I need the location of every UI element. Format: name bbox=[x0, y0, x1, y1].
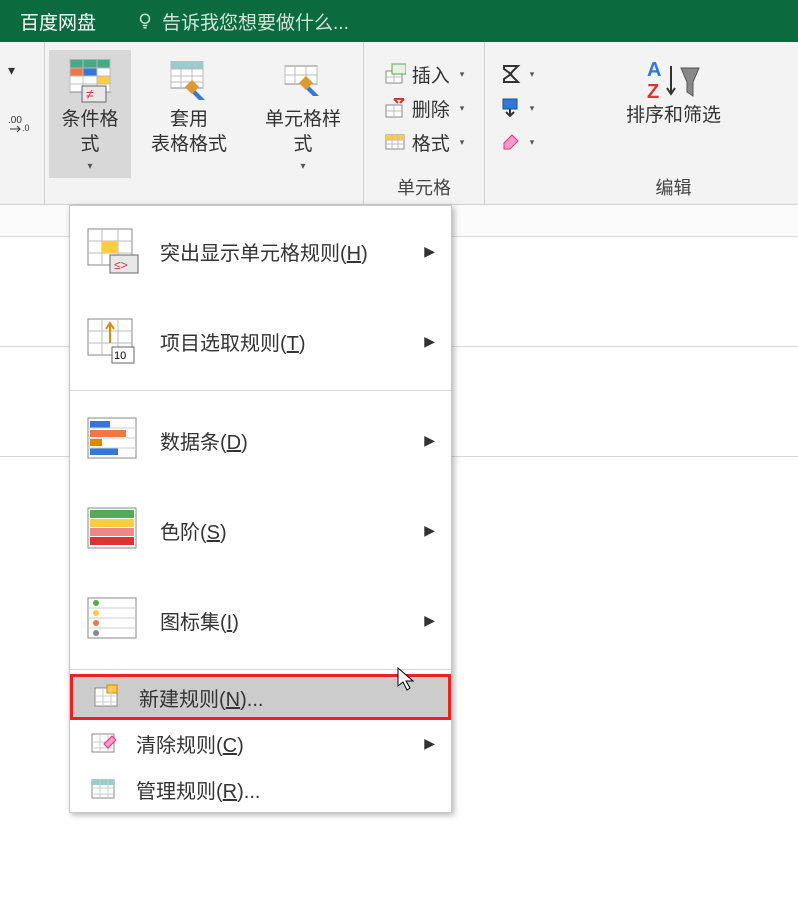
svg-text:10: 10 bbox=[114, 350, 126, 362]
insert-label: 插入 bbox=[412, 61, 450, 88]
table-style-icon bbox=[165, 56, 213, 104]
number-format-extras: ▾ .00.0 bbox=[0, 42, 44, 204]
clear-rules-icon bbox=[90, 730, 116, 756]
conditional-formatting-menu: ≤> 突出显示单元格规则(H) ▶ 10 项目选取规则(T) ▶ 数据条(D) … bbox=[69, 205, 452, 813]
submenu-arrow-icon: ▶ bbox=[424, 333, 435, 350]
table-style-label: 套用 表格格式 bbox=[151, 108, 227, 157]
edit-section-label: 编辑 bbox=[557, 174, 790, 200]
top-bottom-icon: 10 bbox=[86, 317, 142, 365]
menu-highlight-cells[interactable]: ≤> 突出显示单元格规则(H) ▶ bbox=[70, 206, 451, 296]
menu-manage-rules[interactable]: 管理规则(R)... bbox=[70, 766, 451, 812]
svg-text:≠: ≠ bbox=[86, 86, 94, 102]
eraser-icon bbox=[500, 131, 522, 153]
submenu-arrow-icon: ▶ bbox=[424, 612, 435, 629]
increase-decimal-button[interactable]: .00.0 bbox=[8, 113, 36, 133]
menu-label: 新建规则(N)... bbox=[139, 683, 432, 712]
menu-clear-rules[interactable]: 清除规则(C) ▶ bbox=[70, 720, 451, 766]
svg-text:≤>: ≤> bbox=[114, 258, 128, 272]
insert-icon bbox=[384, 63, 406, 85]
chevron-down-icon: ▾ bbox=[87, 161, 92, 172]
chevron-down-icon: ▾ bbox=[460, 69, 465, 80]
delete-icon bbox=[384, 97, 406, 119]
menu-data-bars[interactable]: 数据条(D) ▶ bbox=[70, 395, 451, 485]
delete-label: 删除 bbox=[412, 95, 450, 122]
menu-color-scales[interactable]: 色阶(S) ▶ bbox=[70, 485, 451, 575]
icon-sets-icon bbox=[86, 596, 142, 644]
data-bars-icon bbox=[86, 416, 142, 464]
cond-format-label: 条件格式 bbox=[59, 108, 121, 157]
bulb-icon bbox=[136, 12, 154, 30]
cell-styles-button[interactable]: 单元格样式 ▾ bbox=[247, 50, 359, 178]
chevron-down-icon: ▾ bbox=[300, 161, 305, 172]
menu-new-rule[interactable]: 新建规则(N)... bbox=[70, 674, 451, 720]
conditional-format-icon: ≠ bbox=[66, 56, 114, 104]
submenu-arrow-icon: ▶ bbox=[424, 432, 435, 449]
svg-text:Z: Z bbox=[647, 81, 659, 103]
color-scales-icon bbox=[86, 506, 142, 554]
submenu-arrow-icon: ▶ bbox=[424, 243, 435, 260]
menu-label: 数据条(D) bbox=[160, 426, 424, 455]
menu-label: 图标集(I) bbox=[160, 606, 424, 635]
sort-filter-button[interactable]: AZ 排序和筛选 bbox=[614, 50, 733, 135]
clear-button[interactable]: ▾ bbox=[500, 128, 535, 156]
format-icon bbox=[384, 131, 406, 153]
svg-text:.00: .00 bbox=[8, 115, 22, 126]
menu-label: 清除规则(C) bbox=[136, 729, 424, 758]
new-rule-icon bbox=[93, 684, 119, 710]
sort-filter-label: 排序和筛选 bbox=[626, 104, 721, 129]
menu-label: 突出显示单元格规则(H) bbox=[160, 237, 424, 266]
svg-text:.0: .0 bbox=[22, 123, 30, 133]
menu-icon-sets[interactable]: 图标集(I) ▶ bbox=[70, 575, 451, 665]
fill-button[interactable]: ▾ bbox=[500, 94, 535, 122]
cell-style-label: 单元格样式 bbox=[257, 108, 349, 157]
highlight-cells-icon: ≤> bbox=[86, 227, 142, 275]
sigma-icon bbox=[500, 63, 522, 85]
chevron-down-icon: ▾ bbox=[460, 103, 465, 114]
format-label: 格式 bbox=[412, 129, 450, 156]
conditional-formatting-button[interactable]: ≠ 条件格式 ▾ bbox=[49, 50, 131, 178]
autosum-button[interactable]: ▾ bbox=[500, 60, 535, 88]
menu-label: 管理规则(R)... bbox=[136, 775, 435, 804]
menu-label: 项目选取规则(T) bbox=[160, 327, 424, 356]
manage-rules-icon bbox=[90, 776, 116, 802]
delete-cells-button[interactable]: 删除 ▾ bbox=[380, 92, 469, 124]
menu-top-bottom[interactable]: 10 项目选取规则(T) ▶ bbox=[70, 296, 451, 386]
tell-me-text: 告诉我您想要做什么... bbox=[162, 8, 349, 35]
titlebar-tab-baidu[interactable]: 百度网盘 bbox=[20, 8, 96, 35]
menu-label: 色阶(S) bbox=[160, 516, 424, 545]
tell-me-prompt[interactable]: 告诉我您想要做什么... bbox=[136, 8, 349, 35]
format-as-table-button[interactable]: 套用 表格格式 bbox=[141, 50, 237, 163]
ribbon: ▾ .00.0 ≠ 条件格式 ▾ 套用 表格格式 单元格样式 ▾ bbox=[0, 42, 798, 205]
titlebar: 百度网盘 告诉我您想要做什么... bbox=[0, 0, 798, 42]
style-dropdown[interactable]: ▾ bbox=[8, 62, 36, 79]
submenu-arrow-icon: ▶ bbox=[424, 735, 435, 752]
insert-cells-button[interactable]: 插入 ▾ bbox=[380, 58, 469, 90]
fill-down-icon bbox=[500, 97, 522, 119]
format-cells-button[interactable]: 格式 ▾ bbox=[380, 126, 469, 158]
chevron-down-icon: ▾ bbox=[460, 137, 465, 148]
svg-text:A: A bbox=[647, 59, 661, 81]
cell-style-icon bbox=[279, 56, 327, 104]
submenu-arrow-icon: ▶ bbox=[424, 522, 435, 539]
cursor-icon bbox=[396, 666, 420, 692]
cells-section-label: 单元格 bbox=[368, 174, 480, 200]
sort-filter-icon: AZ bbox=[643, 56, 703, 104]
